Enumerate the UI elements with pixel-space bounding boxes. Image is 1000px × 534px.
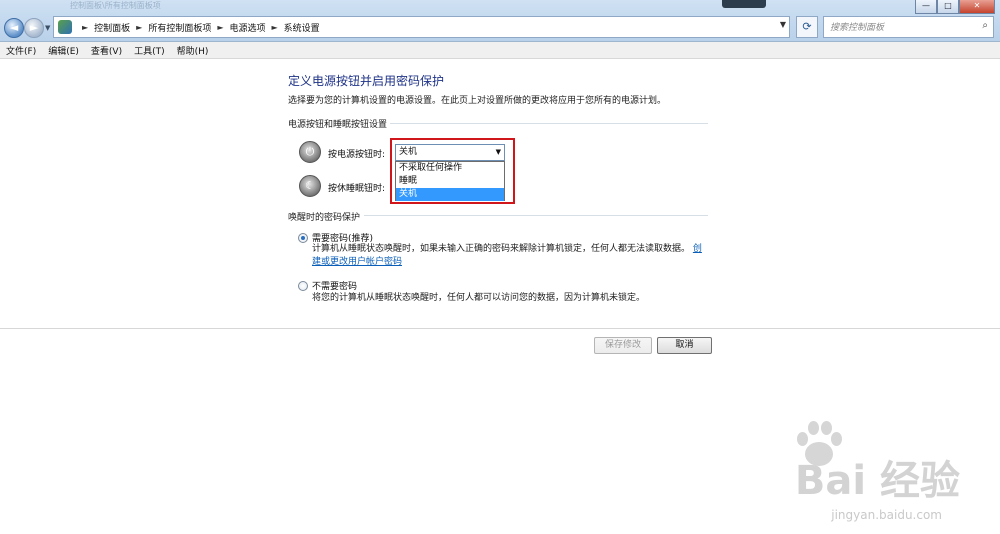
require-password-radio[interactable] bbox=[298, 233, 308, 243]
menu-help[interactable]: 帮助(H) bbox=[177, 44, 209, 57]
taskbar-thumbnail bbox=[722, 0, 766, 8]
menu-view[interactable]: 查看(V) bbox=[91, 44, 122, 57]
breadcrumb-system-settings[interactable]: 系统设置 bbox=[284, 21, 320, 34]
recent-pages-dropdown[interactable]: ▼ bbox=[45, 24, 50, 32]
control-panel-icon bbox=[58, 20, 72, 34]
chevron-right-icon[interactable]: ► bbox=[217, 23, 223, 32]
create-password-link[interactable]: 建或更改用户帐户密码 bbox=[312, 257, 402, 267]
power-section-heading: 电源按钮和睡眠按钮设置 bbox=[288, 120, 388, 130]
window-title: 控制面板\所有控制面板项 bbox=[70, 1, 161, 10]
back-arrow-icon: ◄ bbox=[9, 21, 19, 34]
menu-tools[interactable]: 工具(T) bbox=[134, 44, 165, 57]
search-icon[interactable]: ⌕ bbox=[982, 20, 988, 31]
no-password-radio[interactable] bbox=[298, 281, 308, 291]
sleep-button-icon: ☾ bbox=[299, 175, 321, 197]
option-shutdown[interactable]: 关机 bbox=[396, 188, 504, 201]
title-bar: 控制面板\所有控制面板项 — □ ✕ ◄ ► ▼ ► 控制面板 ► 所有控制面板… bbox=[0, 0, 1000, 42]
search-input[interactable]: 搜索控制面板 ⌕ bbox=[823, 16, 994, 38]
option-do-nothing[interactable]: 不采取任何操作 bbox=[396, 162, 504, 175]
address-dropdown-icon[interactable]: ▼ bbox=[780, 20, 786, 29]
close-button[interactable]: ✕ bbox=[959, 0, 995, 14]
chevron-right-icon[interactable]: ► bbox=[136, 23, 142, 32]
address-bar[interactable]: ► 控制面板 ► 所有控制面板项 ► 电源选项 ► 系统设置 ▼ bbox=[53, 16, 790, 38]
no-password-label[interactable]: 不需要密码 bbox=[312, 279, 357, 292]
watermark-url: jingyan.baidu.com bbox=[831, 508, 942, 522]
menu-bar: 文件(F) 编辑(E) 查看(V) 工具(T) 帮助(H) bbox=[0, 42, 1000, 59]
no-password-desc: 将您的计算机从睡眠状态唤醒时，任何人都可以访问您的数据，因为计算机未锁定。 bbox=[312, 293, 646, 303]
maximize-button[interactable]: □ bbox=[937, 0, 959, 14]
create-password-link[interactable]: 创 bbox=[693, 244, 702, 254]
chevron-right-icon[interactable]: ► bbox=[82, 23, 88, 32]
power-button-label: 按电源按钮时: bbox=[328, 150, 386, 160]
sleep-button-label: 按休睡眠钮时: bbox=[328, 184, 386, 194]
option-sleep[interactable]: 睡眠 bbox=[396, 175, 504, 188]
page-title: 定义电源按钮并启用密码保护 bbox=[288, 74, 445, 88]
chevron-down-icon[interactable]: ▼ bbox=[496, 145, 501, 160]
baidu-watermark: Bai 经验 bbox=[794, 458, 960, 504]
main-content: 定义电源按钮并启用密码保护 选择要为您的计算机设置的电源设置。在此页上对设置所做… bbox=[0, 59, 1000, 534]
section-divider bbox=[364, 215, 708, 216]
chevron-right-icon[interactable]: ► bbox=[272, 23, 278, 32]
forward-button[interactable]: ► bbox=[24, 18, 44, 38]
breadcrumb-control-panel[interactable]: 控制面板 bbox=[94, 21, 130, 34]
section-divider bbox=[390, 123, 708, 124]
refresh-icon: ⟳ bbox=[802, 20, 812, 33]
require-password-desc: 计算机从睡眠状态唤醒时，如果未输入正确的密码来解除计算机锁定，任何人都无法读取数… bbox=[312, 243, 702, 269]
menu-edit[interactable]: 编辑(E) bbox=[48, 44, 79, 57]
search-placeholder: 搜索控制面板 bbox=[830, 23, 885, 33]
breadcrumb-all-items[interactable]: 所有控制面板项 bbox=[148, 21, 211, 34]
password-section-heading: 唤醒时的密码保护 bbox=[288, 213, 361, 223]
refresh-button[interactable]: ⟳ bbox=[796, 16, 818, 38]
power-action-value: 关机 bbox=[399, 147, 418, 157]
minimize-button[interactable]: — bbox=[915, 0, 937, 14]
power-action-select[interactable]: 关机 ▼ bbox=[395, 144, 505, 161]
cancel-button[interactable]: 取消 bbox=[657, 337, 712, 354]
save-button[interactable]: 保存修改 bbox=[594, 337, 652, 354]
power-button-icon: ⏻ bbox=[299, 141, 321, 163]
require-password-desc-text: 计算机从睡眠状态唤醒时，如果未输入正确的密码来解除计算机锁定，任何人都无法读取数… bbox=[312, 244, 691, 254]
control-panel-window: 控制面板\所有控制面板项 — □ ✕ ◄ ► ▼ ► 控制面板 ► 所有控制面板… bbox=[0, 0, 1000, 534]
back-button[interactable]: ◄ bbox=[4, 18, 24, 38]
footer-divider bbox=[0, 328, 1000, 329]
window-controls: — □ ✕ bbox=[915, 0, 995, 14]
menu-file[interactable]: 文件(F) bbox=[6, 44, 36, 57]
power-action-dropdown: 不采取任何操作 睡眠 关机 bbox=[395, 161, 505, 201]
forward-arrow-icon: ► bbox=[29, 21, 39, 34]
breadcrumb-power-options[interactable]: 电源选项 bbox=[230, 21, 266, 34]
page-description: 选择要为您的计算机设置的电源设置。在此页上对设置所做的更改将应用于您所有的电源计… bbox=[288, 96, 667, 106]
